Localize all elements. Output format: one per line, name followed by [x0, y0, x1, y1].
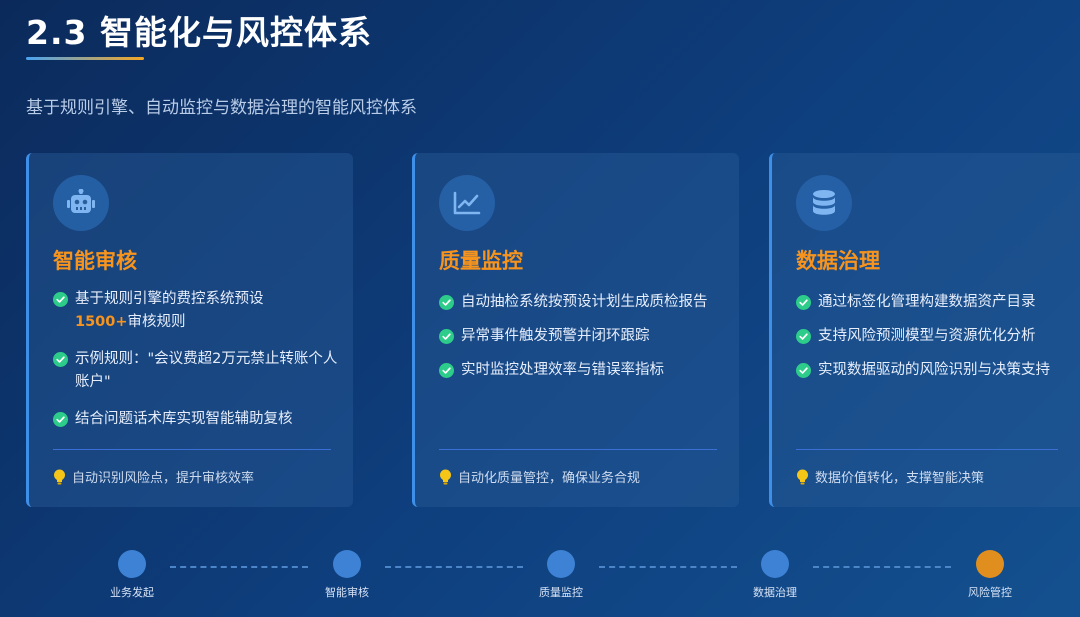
check-circle-icon	[796, 295, 811, 310]
step-dot	[118, 550, 146, 578]
list-item-text: 通过标签化管理构建数据资产目录	[818, 294, 1036, 310]
process-flow: 业务发起 智能审核 质量监控 数据治理 风险管控	[0, 550, 1080, 610]
flow-connector	[599, 566, 737, 568]
list-item-text: 支持风险预测模型与资源优化分析	[818, 328, 1036, 344]
flow-step-data-governance: 数据治理	[730, 550, 820, 600]
flow-connector	[813, 566, 951, 568]
card-footer-text: 自动识别风险点，提升审核效率	[72, 471, 255, 486]
check-circle-icon	[53, 352, 68, 367]
lightbulb-icon	[54, 469, 65, 484]
flow-step-quality-monitoring: 质量监控	[516, 550, 606, 600]
card-data-governance: 数据治理 通过标签化管理构建数据资产目录 支持风险预测模型与资源优化分析 实现数…	[769, 153, 1080, 507]
lightbulb-icon	[797, 469, 808, 484]
list-item: 通过标签化管理构建数据资产目录	[796, 291, 1066, 314]
check-circle-icon	[439, 329, 454, 344]
step-label: 数据治理	[753, 586, 797, 599]
title-underline	[26, 57, 144, 60]
card-quality-monitoring: 质量监控 自动抽检系统按预设计划生成质检报告 异常事件触发预警并闭环跟踪 实时监…	[412, 153, 739, 507]
list-item: 实时监控处理效率与错误率指标	[439, 359, 725, 382]
step-dot	[761, 550, 789, 578]
list-item-text: 实现数据驱动的风险识别与决策支持	[818, 362, 1050, 378]
card-title: 数据治理	[796, 249, 880, 273]
step-dot	[333, 550, 361, 578]
rule-count-highlight: 1500+	[75, 314, 128, 330]
card-title: 质量监控	[439, 249, 523, 273]
chart-line-icon	[439, 175, 495, 231]
card-smart-review: 智能审核 基于规则引擎的费控系统预设 1500+审核规则 示例规则："会议费超2…	[26, 153, 353, 507]
card-divider	[439, 449, 717, 450]
card-feature-list: 自动抽检系统按预设计划生成质检报告 异常事件触发预警并闭环跟踪 实时监控处理效率…	[439, 291, 725, 393]
page-subtitle: 基于规则引擎、自动监控与数据治理的智能风控体系	[26, 98, 417, 118]
page-title: 2.3 智能化与风控体系	[26, 13, 372, 52]
card-feature-list: 通过标签化管理构建数据资产目录 支持风险预测模型与资源优化分析 实现数据驱动的风…	[796, 291, 1066, 393]
database-icon	[796, 175, 852, 231]
card-footer: 自动识别风险点，提升审核效率	[53, 467, 254, 486]
list-item-text: 自动抽检系统按预设计划生成质检报告	[461, 294, 708, 310]
check-circle-icon	[53, 292, 68, 307]
step-label: 风险管控	[968, 586, 1012, 599]
flow-step-risk-control: 风险管控	[945, 550, 1035, 600]
check-circle-icon	[439, 363, 454, 378]
list-item-text: 实时监控处理效率与错误率指标	[461, 362, 664, 378]
list-item: 支持风险预测模型与资源优化分析	[796, 325, 1066, 348]
card-footer-text: 数据价值转化，支撑智能决策	[815, 471, 985, 486]
list-item-text: 结合问题话术库实现智能辅助复核	[75, 411, 293, 427]
flow-connector	[385, 566, 523, 568]
list-item-text-after: 审核规则	[127, 314, 186, 330]
list-item: 自动抽检系统按预设计划生成质检报告	[439, 291, 725, 314]
list-item: 基于规则引擎的费控系统预设 1500+审核规则	[53, 288, 339, 334]
flow-step-business-initiation: 业务发起	[87, 550, 177, 600]
list-item-text: 异常事件触发预警并闭环跟踪	[461, 328, 650, 344]
card-footer: 自动化质量管控，确保业务合规	[439, 467, 640, 486]
list-item: 示例规则："会议费超2万元禁止转账个人账户"	[53, 348, 339, 394]
lightbulb-icon	[440, 469, 451, 484]
card-title: 智能审核	[53, 249, 137, 273]
step-label: 业务发起	[110, 586, 154, 599]
card-divider	[53, 449, 331, 450]
step-label: 智能审核	[325, 586, 369, 599]
list-item: 结合问题话术库实现智能辅助复核	[53, 408, 339, 431]
step-dot-active	[976, 550, 1004, 578]
check-circle-icon	[796, 363, 811, 378]
flow-step-smart-review: 智能审核	[302, 550, 392, 600]
step-label: 质量监控	[539, 586, 583, 599]
robot-icon	[53, 175, 109, 231]
list-item: 实现数据驱动的风险识别与决策支持	[796, 359, 1066, 382]
step-dot	[547, 550, 575, 578]
flow-connector	[170, 566, 308, 568]
card-divider	[796, 449, 1058, 450]
card-footer-text: 自动化质量管控，确保业务合规	[458, 471, 641, 486]
list-item-text: 基于规则引擎的费控系统预设	[75, 291, 264, 307]
check-circle-icon	[439, 295, 454, 310]
list-item-text: 示例规则："会议费超2万元禁止转账个人账户"	[75, 351, 338, 390]
card-feature-list: 基于规则引擎的费控系统预设 1500+审核规则 示例规则："会议费超2万元禁止转…	[53, 288, 339, 445]
cards-container: 智能审核 基于规则引擎的费控系统预设 1500+审核规则 示例规则："会议费超2…	[26, 153, 1080, 508]
check-circle-icon	[796, 329, 811, 344]
card-footer: 数据价值转化，支撑智能决策	[796, 467, 984, 486]
list-item: 异常事件触发预警并闭环跟踪	[439, 325, 725, 348]
check-circle-icon	[53, 412, 68, 427]
